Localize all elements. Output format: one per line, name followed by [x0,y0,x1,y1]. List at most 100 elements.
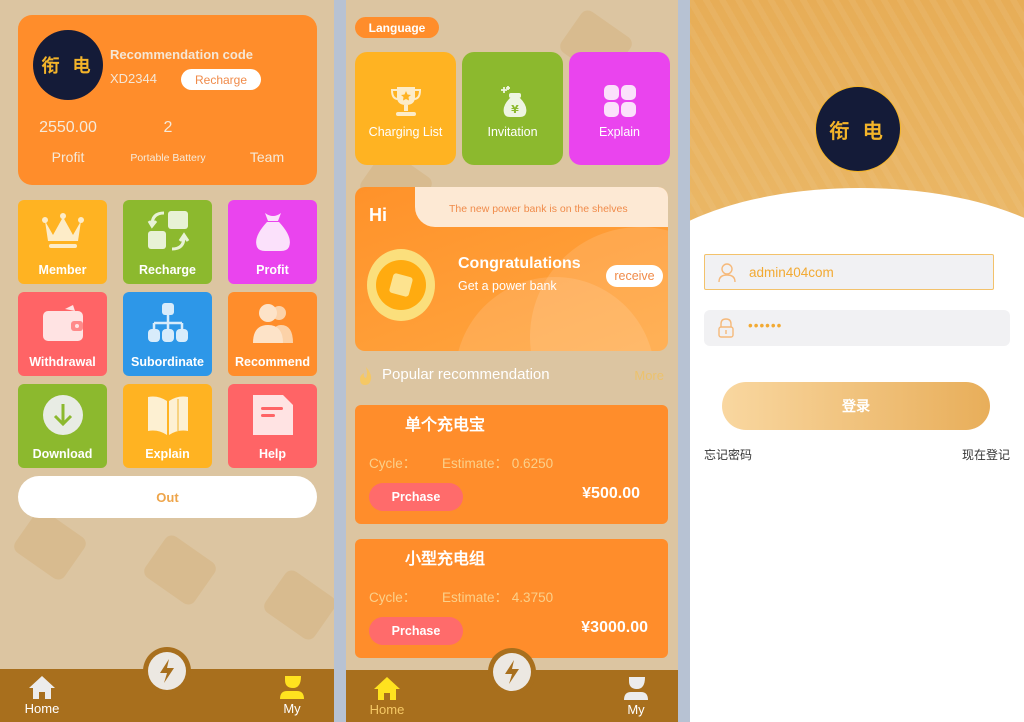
product-price: ¥3000.00 [581,619,648,636]
home-icon [29,676,55,699]
trophy-icon [387,82,425,120]
tab-home[interactable]: Home [12,673,72,716]
product-name: 小型充电组 [405,551,486,568]
recharge-button[interactable]: Recharge [181,69,261,90]
username-input[interactable]: admin404com [704,254,994,290]
password-value: •••••• [748,318,783,333]
profile-card: 衔 电 Recommendation code XD2344 Recharge … [18,15,317,185]
background-thumb-decoration [11,507,89,583]
promo-banner-text: The new power bank is on the shelves [449,203,628,215]
bottom-tab-bar: Home My [0,647,334,722]
tab-my-label: My [283,701,301,716]
menu-tile-withdrawal[interactable]: Withdrawal [18,292,107,376]
more-link[interactable]: More [634,368,664,383]
purchase-button[interactable]: Prchase [369,483,463,511]
portable-battery-label: Portable Battery [130,152,206,164]
menu-tile-subordinate[interactable]: Subordinate [123,292,212,376]
promo-subtitle: Get a power bank [458,279,557,293]
quick-link-label: Invitation [487,125,538,139]
product-cycle-label: Cycle： [369,456,417,471]
my-page-panel: 衔 电 Recommendation code XD2344 Recharge … [0,0,334,722]
menu-tile-label: Withdrawal [29,355,96,369]
estimate-value: 0.6250 [511,456,554,471]
estimate-label: Estimate： [442,456,509,471]
menu-tile-recommend[interactable]: Recommend [228,292,317,376]
estimate-label: Estimate： [442,590,509,605]
product-card: 单个充电宝 Cycle： Estimate： 0.6250 Prchase ¥5… [355,405,668,524]
quick-link-explain[interactable]: Explain [569,52,670,165]
product-price: ¥500.00 [582,485,640,502]
promo-banner: The new power bank is on the shelves Hi … [355,187,668,351]
menu-tile-label: Profit [256,263,289,277]
home-icon [374,677,400,700]
users-icon [250,300,296,346]
popular-recommendation-title: Popular recommendation [382,366,550,383]
lightning-icon [160,659,174,683]
user-icon [280,676,304,699]
wallet-icon [40,300,86,346]
tab-my[interactable]: My [606,674,666,717]
product-estimate: Estimate： 4.3750 [442,586,553,606]
menu-tile-label: Recharge [139,263,196,277]
background-thumb-decoration [261,567,334,643]
tab-my[interactable]: My [262,673,322,716]
menu-tile-recharge[interactable]: Recharge [123,200,212,284]
username-value: admin404com [749,265,834,280]
profit-label: Profit [51,149,85,165]
menu-tile-label: Member [38,263,87,277]
tab-home[interactable]: Home [357,674,417,717]
crown-icon [40,208,86,254]
product-estimate: Estimate： 0.6250 [442,452,553,472]
quick-link-charging-list[interactable]: Charging List [355,52,456,165]
app-logo: 衔 电 [815,86,901,172]
purchase-button[interactable]: Prchase [369,617,463,645]
menu-tile-label: Help [258,447,287,461]
menu-tile-label: Download [32,447,93,461]
profit-value: 2550.00 [39,119,97,136]
quick-link-invitation[interactable]: ¥ Invitation [462,52,563,165]
recommendation-code-value: XD2344 [110,71,157,86]
menu-tile-member[interactable]: Member [18,200,107,284]
fire-icon [360,367,372,385]
tab-my-label: My [627,702,645,717]
window-separator [334,0,346,722]
money-bag-icon [250,208,296,254]
menu-tile-label: Explain [145,447,190,461]
exchange-icon [145,208,191,254]
forgot-password-link[interactable]: 忘记密码 [704,446,752,463]
product-name: 单个充电宝 [405,417,486,434]
user-icon [624,677,648,700]
product-card: 小型充电组 Cycle： Estimate： 4.3750 Prchase ¥3… [355,539,668,658]
grid-icon [601,82,639,120]
quick-link-label: Explain [599,125,640,139]
logout-button[interactable]: Out [18,476,317,518]
user-outline-icon [718,263,736,283]
tab-home-label: Home [369,702,405,717]
password-input[interactable]: •••••• [704,310,1010,346]
document-icon [250,392,296,438]
center-charge-button[interactable] [488,648,536,696]
coin-icon [367,249,435,321]
receive-button[interactable]: receive [606,265,663,287]
lock-icon [718,318,734,338]
login-button[interactable]: 登录 [722,382,990,430]
recommendation-code-label: Recommendation code [110,47,254,62]
hierarchy-icon [145,300,191,346]
money-bag-yen-icon: ¥ [494,82,532,120]
language-button[interactable]: Language [355,17,439,38]
menu-tile-help[interactable]: Help [228,384,317,468]
portable-battery-value: 2 [163,119,173,136]
login-page-panel: 衔 电 admin404com •••••• 登录 忘记密码 现在登记 [690,0,1024,722]
team-label: Team [249,149,285,165]
menu-tile-explain[interactable]: Explain [123,384,212,468]
menu-tile-label: Recommend [234,355,311,369]
menu-tile-profit[interactable]: Profit [228,200,317,284]
promo-greeting: Hi [369,205,387,225]
book-icon [145,392,191,438]
menu-tile-download[interactable]: Download [18,384,107,468]
center-charge-button[interactable] [143,647,191,695]
background-thumb-decoration [141,532,219,608]
menu-tile-label: Subordinate [131,355,204,369]
register-link[interactable]: 现在登记 [962,446,1010,463]
quick-link-label: Charging List [368,125,443,139]
